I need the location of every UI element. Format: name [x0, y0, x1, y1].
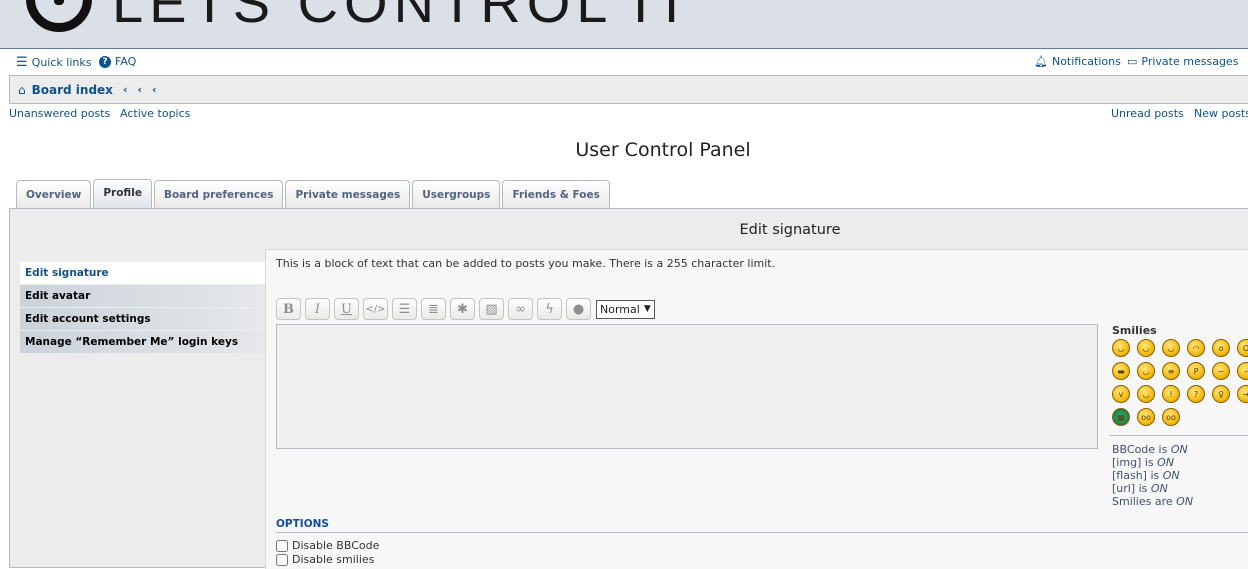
signature-textarea[interactable]	[276, 324, 1098, 449]
bell-icon: 🔔︎	[1034, 55, 1048, 68]
bbcode-status: BBCode is ON [img] is ON [flash] is ON […	[1112, 443, 1193, 508]
italic-button[interactable]: I	[305, 298, 330, 320]
embarrassed-smiley-icon[interactable]: ~	[1212, 362, 1230, 380]
chevron-down-icon: ▼	[643, 304, 651, 314]
menu-edit-account-settings[interactable]: Edit account settings	[20, 308, 265, 330]
very-happy-smiley-icon[interactable]: ◡	[1112, 339, 1130, 357]
menu-edit-signature[interactable]: Edit signature	[20, 262, 265, 284]
exclamation-smiley-icon[interactable]: !	[1162, 385, 1180, 403]
evil-smiley-icon[interactable]: v	[1112, 385, 1130, 403]
flash-status-value: ON	[1162, 469, 1180, 482]
razz-smiley-icon[interactable]: P	[1187, 362, 1205, 380]
list-button[interactable]: ☰	[392, 298, 417, 320]
link-button[interactable]: ∞	[508, 298, 533, 320]
list-item-button[interactable]: ✱	[450, 298, 475, 320]
font-size-select[interactable]: Normal ▼	[596, 299, 655, 319]
smile-smiley-icon[interactable]: ◡	[1137, 339, 1155, 357]
active-topics-link[interactable]: Active topics	[120, 107, 190, 120]
img-status-value: ON	[1157, 456, 1175, 469]
smilies-title: Smilies	[1112, 324, 1157, 337]
site-header: LETS CONTROL IT	[0, 0, 1248, 49]
board-index-link[interactable]: Board index	[32, 83, 113, 97]
smilies-grid: ◡ ◡ ◡ ◠ o O ▬ ◡ ≡ P ~ – v ◡ ! ? ♀ → ▦ oo…	[1112, 339, 1248, 426]
bbcode-toolbar: B I U </> ☰ ≣ ✱ ▨ ∞ ϟ ● Normal ▼	[276, 298, 655, 320]
underline-button[interactable]: U	[334, 298, 359, 320]
bold-button[interactable]: B	[276, 298, 301, 320]
image-button[interactable]: ▨	[479, 298, 504, 320]
unanswered-posts-link[interactable]: Unanswered posts	[9, 107, 110, 120]
chevron-left-icon: ‹	[152, 83, 157, 96]
unread-posts-link[interactable]: Unread posts	[1111, 107, 1184, 120]
geek-smiley-icon[interactable]: oo	[1137, 408, 1155, 426]
laughing-smiley-icon[interactable]: ◡	[1137, 362, 1155, 380]
notifications-label: Notifications	[1051, 55, 1121, 68]
wink-smiley-icon[interactable]: ◡	[1162, 339, 1180, 357]
neutral-smiley-icon[interactable]: –	[1237, 362, 1248, 380]
idea-smiley-icon[interactable]: ♀	[1212, 385, 1230, 403]
menu-edit-avatar[interactable]: Edit avatar	[20, 285, 265, 307]
signature-description: This is a block of text that can be adde…	[276, 257, 776, 270]
tab-profile[interactable]: Profile	[93, 179, 152, 208]
twisted-evil-smiley-icon[interactable]: ◡	[1137, 385, 1155, 403]
tab-friends-foes[interactable]: Friends & Foes	[502, 180, 610, 208]
mad-smiley-icon[interactable]: ≡	[1162, 362, 1180, 380]
tab-usergroups[interactable]: Usergroups	[412, 180, 501, 208]
page-title: User Control Panel	[575, 139, 751, 161]
private-messages-label: Private messages	[1141, 55, 1239, 68]
tab-board-preferences[interactable]: Board preferences	[153, 180, 284, 208]
green-smiley-icon[interactable]: ▦	[1112, 408, 1130, 426]
uber-geek-smiley-icon[interactable]: oo	[1162, 408, 1180, 426]
url-status-value: ON	[1150, 482, 1168, 495]
quick-links-label: Quick links	[31, 56, 92, 69]
panel-title: Edit signature	[739, 222, 841, 238]
notifications-link[interactable]: 🔔︎ Notifications	[1034, 55, 1121, 68]
menu-remember-me-keys[interactable]: Manage “Remember Me” login keys	[20, 331, 265, 353]
menu-icon: ☰	[16, 55, 28, 70]
options-heading: OPTIONS	[276, 518, 1248, 533]
shocked-smiley-icon[interactable]: O	[1237, 339, 1248, 357]
site-logo[interactable]: LETS CONTROL IT	[112, 0, 695, 35]
power-logo-icon	[26, 0, 92, 32]
numbered-list-button[interactable]: ≣	[421, 298, 446, 320]
smilies-status-value: ON	[1176, 495, 1194, 508]
divider	[1110, 435, 1248, 436]
chevron-left-icon: ‹	[137, 83, 143, 96]
breadcrumb: ⌂ Board index ‹ ‹ ‹	[9, 75, 1248, 104]
img-status-label: [img] is	[1112, 456, 1154, 469]
arrow-smiley-icon[interactable]: →	[1237, 385, 1248, 403]
question-icon: ?	[99, 55, 111, 68]
faq-label: FAQ	[115, 55, 137, 68]
new-posts-link[interactable]: New posts	[1194, 107, 1248, 120]
url-status-label: [url] is	[1112, 482, 1148, 495]
disable-bbcode-label: Disable BBCode	[292, 539, 380, 552]
disable-bbcode-option[interactable]: Disable BBCode	[276, 539, 379, 552]
bbcode-status-label[interactable]: BBCode is	[1112, 443, 1167, 456]
smilies-status-label[interactable]: Smilies are	[1112, 495, 1173, 508]
code-button[interactable]: </>	[363, 298, 388, 320]
flash-status-label: [flash] is	[1112, 469, 1160, 482]
cool-smiley-icon[interactable]: ▬	[1112, 362, 1130, 380]
question-smiley-icon[interactable]: ?	[1187, 385, 1205, 403]
inbox-icon: ▭	[1127, 55, 1138, 68]
home-icon: ⌂	[18, 82, 26, 97]
color-button[interactable]: ●	[566, 298, 591, 320]
private-messages-link[interactable]: ▭ Private messages	[1127, 55, 1238, 68]
sad-smiley-icon[interactable]: ◠	[1187, 339, 1205, 357]
surprised-smiley-icon[interactable]: o	[1212, 339, 1230, 357]
disable-bbcode-checkbox[interactable]	[276, 539, 288, 552]
chevron-left-icon: ‹	[122, 83, 128, 96]
faq-link[interactable]: ? FAQ	[99, 55, 136, 68]
flash-button[interactable]: ϟ	[537, 298, 562, 320]
tab-private-messages[interactable]: Private messages	[285, 180, 411, 208]
bbcode-status-value: ON	[1170, 443, 1188, 456]
quick-links-link[interactable]: ☰ Quick links	[16, 55, 91, 70]
font-size-value: Normal	[600, 302, 640, 316]
ucp-tabs: Overview Profile Board preferences Priva…	[16, 179, 610, 208]
tab-overview[interactable]: Overview	[16, 180, 92, 208]
